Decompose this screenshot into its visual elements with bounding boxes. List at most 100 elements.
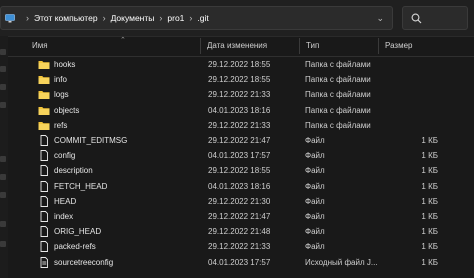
file-row[interactable]: ORIG_HEAD 29.12.2022 21:48 Файл 1 КБ (8, 225, 474, 239)
file-date: 29.12.2022 21:47 (208, 136, 271, 145)
file-size: 1 КБ (421, 151, 438, 161)
file-date: 29.12.2022 21:33 (208, 242, 271, 252)
file-row[interactable]: HEAD 29.12.2022 21:30 Файл 1 КБ (8, 195, 474, 209)
file-row[interactable]: description 29.12.2022 18:55 Файл 1 КБ (8, 164, 474, 178)
breadcrumb-pro1[interactable]: pro1 (167, 13, 184, 23)
file-size: 1 КБ (421, 212, 438, 221)
nav-item-icon[interactable] (0, 241, 6, 247)
file-row[interactable]: info 29.12.2022 18:55 Папка с файлами (8, 73, 474, 87)
file-icon (38, 256, 50, 268)
folder-icon (38, 59, 50, 70)
column-divider[interactable] (378, 38, 379, 54)
nav-item-icon[interactable] (0, 156, 6, 162)
file-size: 1 КБ (421, 242, 438, 252)
column-header-date[interactable]: Дата изменения (207, 41, 267, 50)
file-date: 29.12.2022 21:33 (208, 120, 271, 130)
file-row[interactable]: sourcetreeconfig 04.01.2023 17:57 Исходный… (8, 256, 474, 270)
file-date: 04.01.2023 17:57 (208, 257, 271, 267)
file-type: Папка с файлами (305, 120, 371, 130)
file-icon (38, 180, 50, 192)
breadcrumb-documents[interactable]: Документы (111, 13, 155, 23)
file-icon (38, 150, 50, 162)
file-name: objects (54, 105, 80, 115)
file-type: Исходный файл J... (305, 257, 378, 267)
file-name: refs (54, 120, 68, 130)
nav-item-icon[interactable] (0, 49, 6, 55)
file-type: Файл (305, 242, 325, 252)
file-date: 29.12.2022 18:55 (208, 166, 271, 176)
search-icon (411, 13, 422, 23)
file-size: 1 КБ (421, 257, 438, 267)
chevron-right-icon: › (159, 13, 163, 23)
file-size: 1 КБ (421, 227, 438, 237)
file-name: FETCH_HEAD (54, 181, 108, 191)
file-name: HEAD (54, 196, 77, 206)
file-size: 1 КБ (421, 196, 438, 206)
file-date: 29.12.2022 18:55 (208, 60, 271, 69)
file-icon (38, 195, 50, 207)
breadcrumb-this-pc[interactable]: Этот компьютер (34, 13, 98, 23)
folder-icon (38, 89, 50, 100)
file-date: 04.01.2023 18:16 (208, 181, 271, 191)
file-icon (38, 226, 50, 238)
file-date: 04.01.2023 17:57 (208, 151, 271, 161)
file-type: Файл (305, 136, 325, 145)
column-divider[interactable] (200, 38, 201, 54)
nav-item-icon[interactable] (0, 192, 6, 198)
address-bar-area: › Этот компьютер › Документы › pro1 › .g… (0, 0, 474, 37)
file-row[interactable]: index 29.12.2022 21:47 Файл 1 КБ (8, 210, 474, 224)
file-size: 1 КБ (421, 166, 438, 176)
file-row[interactable]: packed-refs 29.12.2022 21:33 Файл 1 КБ (8, 240, 474, 254)
file-size: 1 КБ (421, 181, 438, 191)
computer-icon (5, 14, 15, 23)
file-row[interactable]: COMMIT_EDITMSG 29.12.2022 21:47 Файл 1 КБ (8, 134, 474, 148)
file-date: 29.12.2022 21:48 (208, 227, 271, 237)
file-type: Файл (305, 166, 325, 176)
file-type: Файл (305, 212, 325, 221)
file-date: 29.12.2022 21:47 (208, 212, 271, 221)
file-name: packed-refs (54, 242, 96, 252)
nav-item-icon[interactable] (0, 102, 6, 108)
column-header-size[interactable]: Размер (385, 41, 413, 50)
file-row[interactable]: config 04.01.2023 17:57 Файл 1 КБ (8, 149, 474, 163)
file-row[interactable]: FETCH_HEAD 04.01.2023 18:16 Файл 1 КБ (8, 180, 474, 194)
column-header-type[interactable]: Тип (306, 41, 319, 50)
file-name: hooks (54, 60, 76, 69)
file-row[interactable]: refs 29.12.2022 21:33 Папка с файлами (8, 119, 474, 133)
file-name: sourcetreeconfig (54, 257, 114, 267)
chevron-right-icon: › (26, 13, 29, 23)
folder-icon (38, 74, 50, 85)
chevron-down-icon[interactable]: ⌄ (376, 13, 384, 24)
nav-item-icon[interactable] (0, 221, 6, 227)
column-header-row: ⌃ Имя Дата изменения Тип Размер (8, 36, 474, 57)
chevron-right-icon: › (102, 13, 106, 23)
file-row[interactable]: logs 29.12.2022 21:33 Папка с файлами (8, 88, 474, 102)
file-name: ORIG_HEAD (54, 227, 102, 237)
file-date: 29.12.2022 21:33 (208, 90, 271, 100)
nav-item-icon[interactable] (0, 174, 6, 180)
column-divider[interactable] (299, 38, 300, 54)
file-type: Файл (305, 196, 325, 206)
chevron-up-icon: ⌃ (120, 37, 126, 44)
column-header-name[interactable]: Имя (32, 41, 48, 50)
search-box[interactable] (402, 6, 468, 30)
file-row[interactable]: objects 04.01.2023 18:16 Папка с файлами (8, 104, 474, 118)
file-type: Папка с файлами (305, 60, 371, 69)
navigation-pane[interactable] (0, 36, 8, 278)
file-type: Папка с файлами (305, 105, 371, 115)
folder-icon (38, 120, 50, 131)
breadcrumb-git[interactable]: .git (197, 13, 208, 23)
file-name: config (54, 151, 76, 161)
file-name: logs (54, 90, 69, 100)
file-name: COMMIT_EDITMSG (54, 136, 128, 145)
file-row[interactable]: hooks 29.12.2022 18:55 Папка с файлами (8, 58, 474, 72)
address-bar[interactable]: › Этот компьютер › Документы › pro1 › .g… (0, 6, 393, 30)
file-icon (38, 241, 50, 253)
file-size: 1 КБ (421, 136, 438, 145)
file-type: Папка с файлами (305, 75, 371, 85)
file-name: index (54, 212, 74, 221)
file-date: 04.01.2023 18:16 (208, 105, 271, 115)
nav-item-icon[interactable] (0, 66, 6, 72)
nav-item-icon[interactable] (0, 84, 6, 90)
file-type: Папка с файлами (305, 90, 371, 100)
